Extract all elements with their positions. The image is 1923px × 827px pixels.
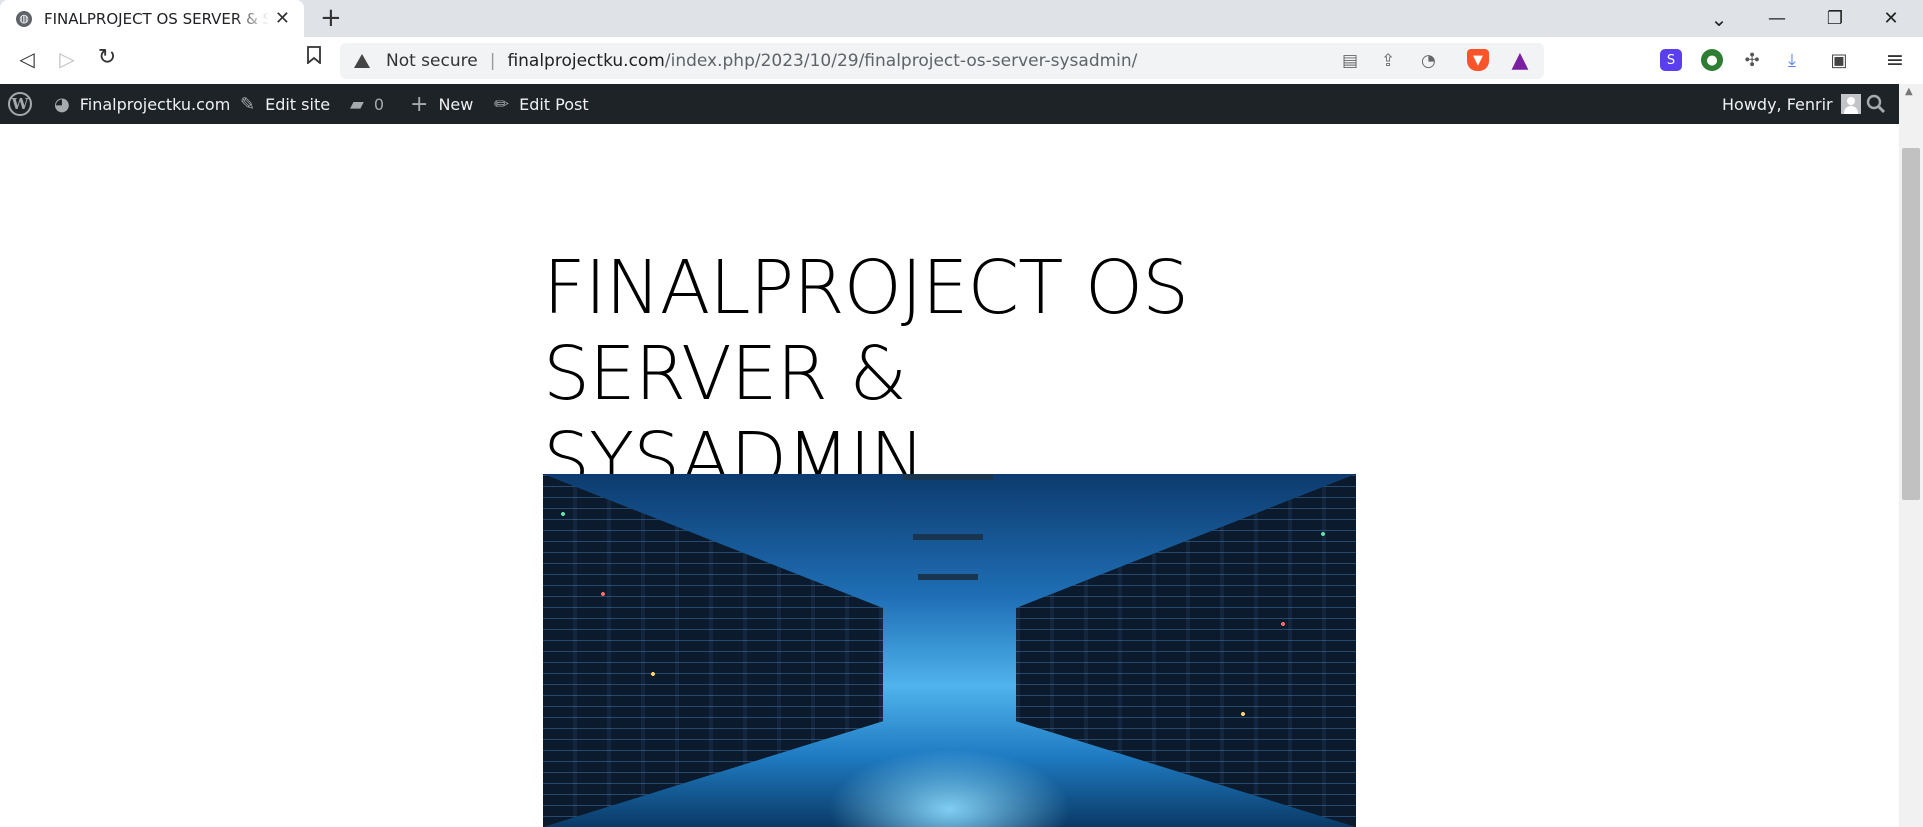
edit-site-label: Edit site <box>265 94 331 114</box>
wallet-icon[interactable]: ▣ <box>1828 49 1850 71</box>
edit-post-link[interactable]: ✏ Edit Post <box>494 84 589 124</box>
warning-icon <box>354 54 370 68</box>
menu-icon[interactable]: ≡ <box>1884 48 1906 73</box>
bookmark-icon <box>307 46 321 65</box>
new-label: New <box>438 94 474 114</box>
comments-link[interactable]: ▰ 0 <box>350 84 384 124</box>
tab-close-icon[interactable]: ✕ <box>275 8 290 29</box>
dashboard-icon: ◕ <box>54 93 70 115</box>
brave-rewards-icon[interactable]: ▲ <box>1509 48 1531 73</box>
scroll-up-arrow-icon[interactable]: ▲ <box>1905 86 1913 97</box>
restore-button[interactable]: ❐ <box>1806 0 1864 37</box>
howdy-label: Howdy, Fenrir <box>1722 94 1833 114</box>
brave-shields-icon[interactable]: ▼ <box>1467 49 1489 71</box>
scroll-thumb[interactable] <box>1902 148 1920 500</box>
minimize-button[interactable]: — <box>1748 0 1806 37</box>
rss-icon[interactable]: ◔ <box>1421 51 1436 71</box>
comment-icon: ▰ <box>350 93 364 115</box>
puzzle-icon[interactable]: ✣ <box>1741 49 1763 71</box>
site-name-link[interactable]: ◕ Finalprojectku.com <box>54 84 230 124</box>
globe-extension-icon[interactable]: ● <box>1701 49 1723 71</box>
share-icon[interactable]: ⇪ <box>1381 51 1395 71</box>
url-host: finalprojectku.com <box>507 51 665 71</box>
search-button[interactable] <box>1866 84 1886 124</box>
edit-post-label: Edit Post <box>519 94 589 114</box>
url-path: /index.php/2023/10/29/finalproject-os-se… <box>664 51 1138 71</box>
new-content-link[interactable]: + New <box>410 84 473 124</box>
site-name: Finalprojectku.com <box>79 94 231 114</box>
tab-strip: ◍ FINALPROJECT OS SERVER & SYSADMIN ✕ + … <box>0 0 1923 37</box>
tab-search-button[interactable]: ⌄ <box>1690 0 1748 37</box>
download-icon[interactable]: ⤓ <box>1781 49 1803 71</box>
edit-site-link[interactable]: ✎ Edit site <box>240 84 330 124</box>
browser-tab[interactable]: ◍ FINALPROJECT OS SERVER & SYSADMIN ✕ <box>0 0 304 37</box>
address-bar[interactable]: Not secure | finalprojectku.com/index.ph… <box>340 43 1544 79</box>
close-window-button[interactable]: ✕ <box>1862 0 1920 37</box>
back-button[interactable]: ◁ <box>13 47 41 71</box>
avatar <box>1840 94 1861 114</box>
wp-admin-bar: W ◕ Finalprojectku.com ✎ Edit site ▰ 0 +… <box>0 84 1899 124</box>
featured-image <box>543 474 1356 827</box>
reload-button[interactable]: ↻ <box>93 45 121 70</box>
wordpress-logo-icon: W <box>8 92 32 116</box>
post-title: FINALPROJECT OS SERVER & SYSADMIN <box>543 245 1189 503</box>
comments-count: 0 <box>373 94 385 114</box>
search-icon <box>1866 94 1886 114</box>
new-tab-button[interactable]: + <box>320 3 342 33</box>
pencil-icon: ✏ <box>494 93 510 115</box>
status-leds <box>543 474 1356 827</box>
plus-icon: + <box>410 91 429 117</box>
reader-mode-icon[interactable]: ▤ <box>1342 51 1358 71</box>
globe-icon: ◍ <box>16 10 32 27</box>
sync-extension-icon[interactable]: S <box>1660 49 1682 71</box>
security-label[interactable]: Not secure <box>386 51 478 71</box>
forward-button[interactable]: ▷ <box>53 47 81 71</box>
my-account-link[interactable]: Howdy, Fenrir <box>1722 84 1861 124</box>
brush-icon: ✎ <box>240 93 256 115</box>
tab-title: FINALPROJECT OS SERVER & SYSADMIN <box>44 9 269 28</box>
bookmark-button[interactable] <box>300 46 328 69</box>
wp-logo-button[interactable]: W <box>8 84 32 124</box>
